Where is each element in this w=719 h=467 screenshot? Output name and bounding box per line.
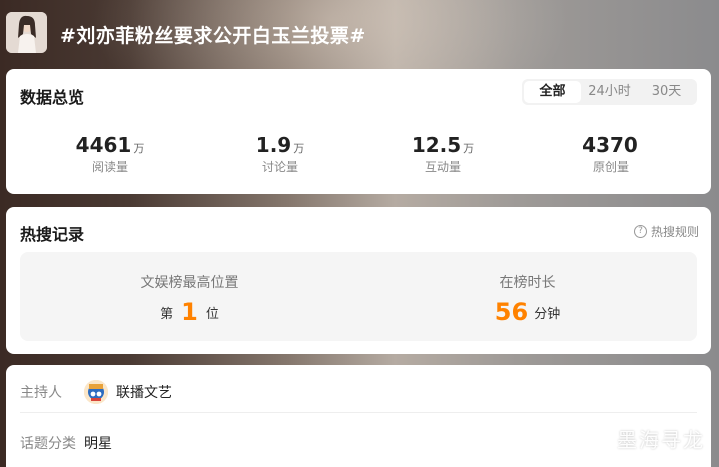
duration-value: 56	[494, 298, 529, 326]
category-row: 话题分类 明星	[20, 422, 697, 464]
on-list-duration: 在榜时长 56 分钟	[358, 252, 697, 341]
host-row: 主持人 联播文艺	[20, 371, 697, 413]
best-rank-prefix: 第	[160, 307, 174, 322]
stat-originals-label: 原创量	[592, 160, 629, 174]
best-rank-label: 文娱榜最高位置	[140, 275, 239, 291]
stat-interactions-value: 12.5	[411, 133, 462, 157]
hot-search-title: 热搜记录	[20, 225, 85, 244]
topic-title: #刘亦菲粉丝要求公开白玉兰投票#	[60, 25, 366, 47]
stat-discussions-label: 讨论量	[261, 160, 298, 174]
stats-row: 4461 万 阅读量 1.9 万 讨论量 12.5 万 互动量 4370 原创量	[6, 133, 711, 177]
host-label: 主持人	[20, 384, 62, 401]
stat-reads-unit: 万	[133, 142, 145, 155]
topic-info-card: 主持人 联播文艺 话题分类 明星	[6, 365, 711, 467]
best-rank-value-row: 第1位	[20, 296, 359, 326]
hot-search-rules-link[interactable]: ? 热搜规则	[633, 223, 699, 240]
time-range-tabs: 全部 24小时 30天	[522, 79, 697, 105]
best-rank-value: 1	[181, 298, 198, 326]
hot-search-rules-label: 热搜规则	[650, 225, 699, 239]
tab-24h[interactable]: 24小时	[581, 81, 638, 103]
stat-originals-value: 4370	[582, 133, 638, 157]
duration-value-row: 56 分钟	[358, 296, 697, 326]
stat-reads-label: 阅读量	[91, 160, 128, 174]
stat-interactions-label: 互动量	[424, 160, 461, 174]
overview-title: 数据总览	[20, 88, 85, 107]
stat-discussions-unit: 万	[293, 142, 305, 155]
hot-search-summary: 文娱榜最高位置 第1位 在榜时长 56 分钟	[20, 252, 697, 341]
category-value: 明星	[84, 436, 112, 452]
host-avatar	[84, 379, 108, 404]
duration-label: 在榜时长	[499, 275, 556, 291]
stat-discussions: 1.9 万 讨论量	[195, 133, 365, 175]
host-link[interactable]: 联播文艺	[84, 379, 172, 404]
stat-interactions: 12.5 万 互动量	[358, 133, 528, 175]
stat-interactions-unit: 万	[463, 142, 475, 155]
tab-30d[interactable]: 30天	[638, 81, 695, 103]
stat-reads: 4461 万 阅读量	[25, 133, 195, 175]
question-circle-icon: ?	[633, 225, 647, 238]
tab-all[interactable]: 全部	[524, 81, 581, 103]
host-name: 联播文艺	[116, 384, 172, 401]
stat-discussions-value: 1.9	[255, 133, 292, 157]
topic-header: #刘亦菲粉丝要求公开白玉兰投票#	[0, 0, 719, 66]
duration-unit: 分钟	[534, 307, 561, 322]
hot-search-card: 热搜记录 ? 热搜规则 文娱榜最高位置 第1位 在榜时长 56 分钟	[6, 207, 711, 354]
watermark-text: 墨海寻龙	[617, 428, 705, 452]
stat-originals: 4370 原创量	[526, 133, 696, 175]
topic-avatar	[6, 12, 47, 53]
stat-reads-value: 4461	[75, 133, 132, 157]
best-rank: 文娱榜最高位置 第1位	[20, 252, 359, 341]
overview-card: 数据总览 全部 24小时 30天 4461 万 阅读量 1.9 万 讨论量 12.5…	[6, 69, 711, 194]
best-rank-suffix: 位	[205, 307, 219, 322]
category-label: 话题分类	[20, 436, 76, 452]
